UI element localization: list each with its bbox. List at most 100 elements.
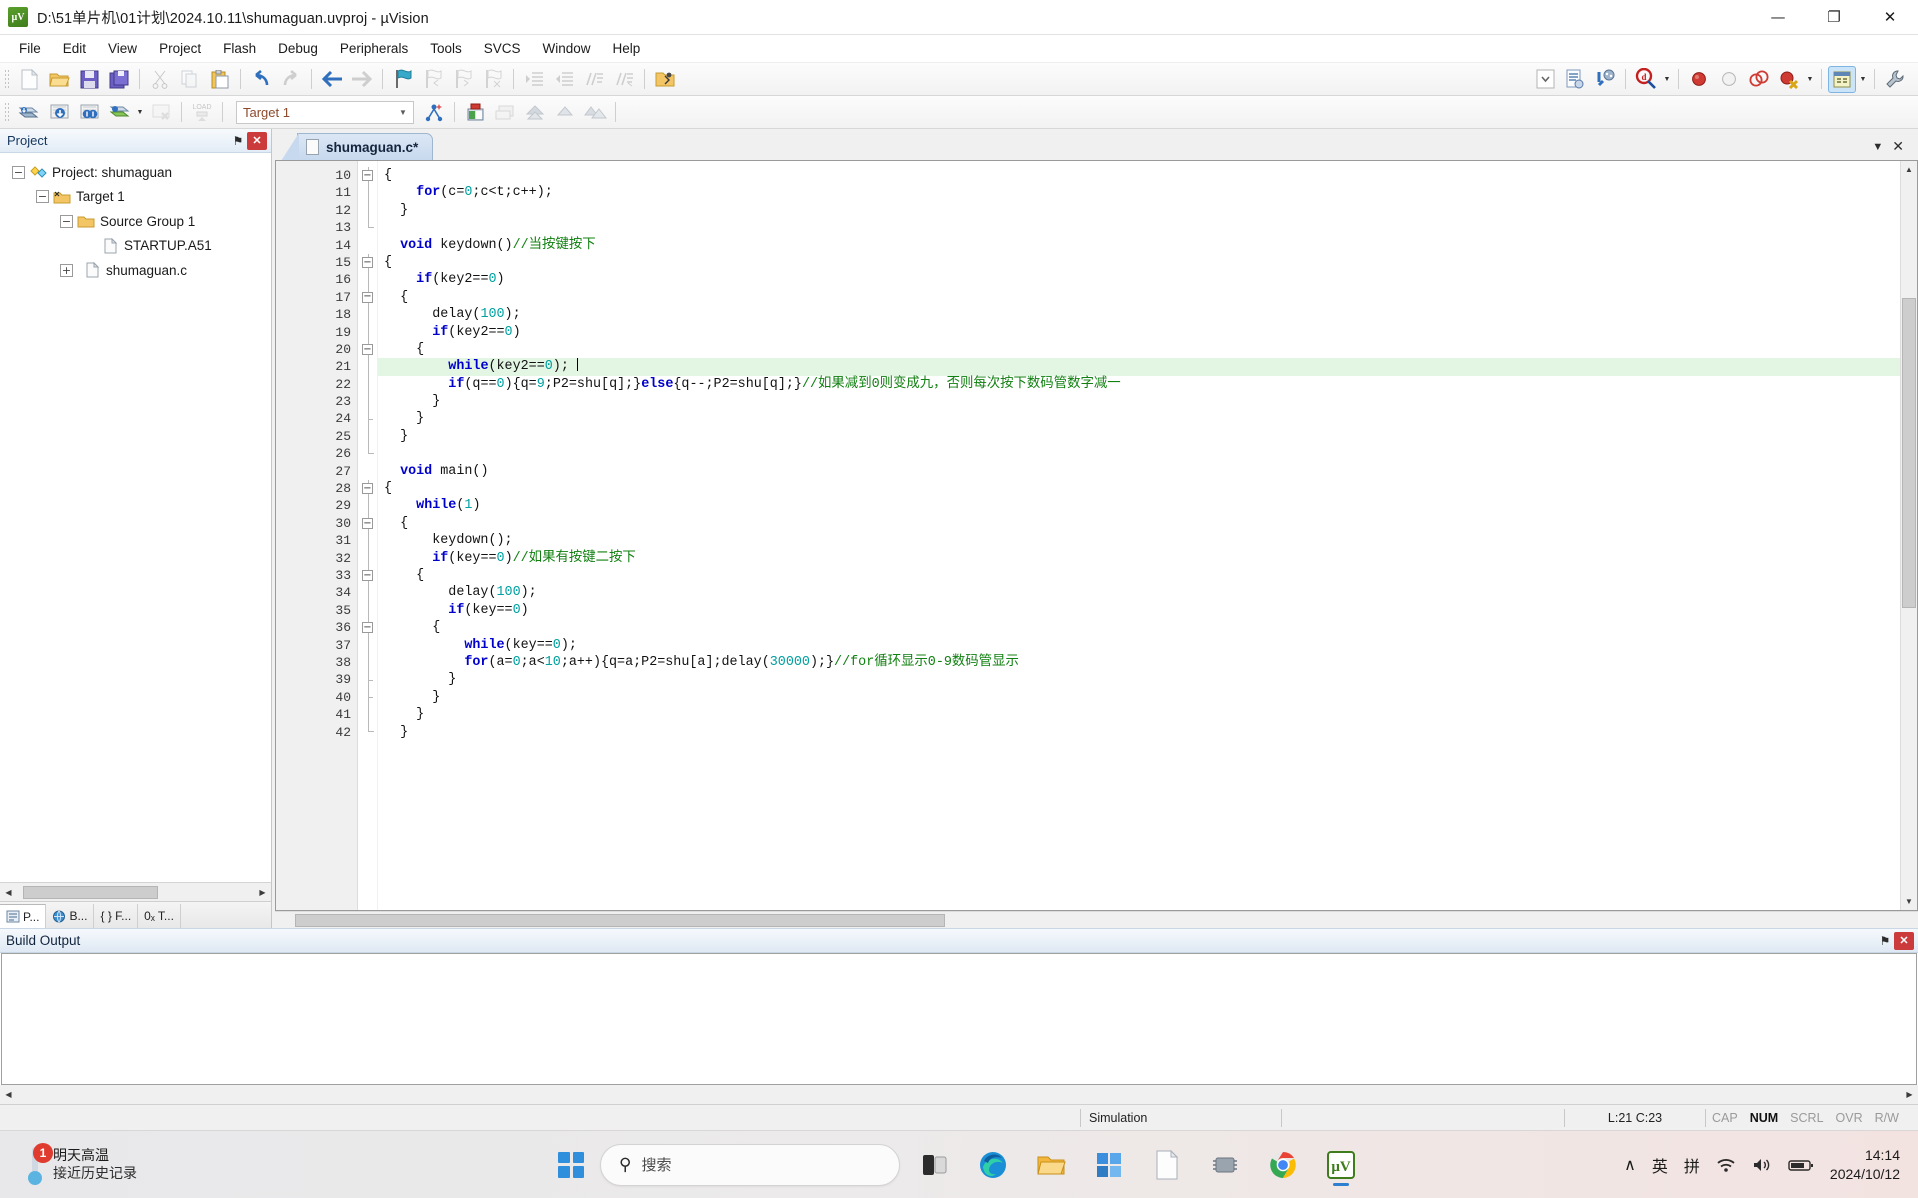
menu-view[interactable]: View: [97, 38, 148, 59]
fold-marker[interactable]: [358, 237, 377, 254]
navigate-back-icon[interactable]: [318, 66, 346, 93]
fold-marker[interactable]: −: [358, 566, 377, 585]
menu-help[interactable]: Help: [602, 38, 652, 59]
menu-tools[interactable]: Tools: [419, 38, 473, 59]
tree-node-project[interactable]: − Project: shumaguan: [0, 160, 271, 185]
uncomment-icon[interactable]: [610, 66, 638, 93]
edge-browser-icon[interactable]: [970, 1142, 1016, 1188]
fold-marker[interactable]: [358, 323, 377, 341]
taskbar-search-input[interactable]: ⚲ 搜索: [600, 1143, 900, 1186]
code-line[interactable]: for(c=0;c<t;c++);: [378, 184, 1900, 201]
save-icon[interactable]: [75, 66, 103, 93]
build-output-close-icon[interactable]: ✕: [1894, 931, 1914, 950]
code-line[interactable]: }: [378, 671, 1900, 688]
code-line[interactable]: }: [378, 689, 1900, 706]
fold-marker[interactable]: [358, 653, 377, 672]
code-line[interactable]: [378, 445, 1900, 462]
tree-node-target[interactable]: − Target 1: [0, 185, 271, 210]
code-line[interactable]: delay(100);: [378, 584, 1900, 601]
fold-marker[interactable]: [358, 445, 377, 462]
fold-marker[interactable]: [358, 219, 377, 236]
tabstrip-dropdown-icon[interactable]: ▼: [1872, 141, 1883, 153]
code-line[interactable]: }: [378, 428, 1900, 445]
debug-settings-icon[interactable]: [1591, 66, 1619, 93]
collapse-icon[interactable]: −: [362, 622, 373, 634]
fold-marker[interactable]: [358, 410, 377, 428]
file-explorer-icon[interactable]: [1028, 1142, 1074, 1188]
tab-functions[interactable]: { } F...: [94, 904, 139, 928]
insert-dropdown-icon[interactable]: [1531, 66, 1559, 93]
manage-components-icon[interactable]: [461, 99, 489, 126]
ime-language-indicator[interactable]: 英: [1652, 1153, 1668, 1177]
configure-target-icon[interactable]: [1881, 66, 1909, 93]
tree-node-startup-a51[interactable]: STARTUP.A51: [0, 234, 271, 259]
scroll-left-icon[interactable]: ◀: [0, 883, 17, 901]
collapse-icon[interactable]: −: [362, 570, 373, 582]
hscroll-thumb[interactable]: [23, 885, 158, 899]
code-line[interactable]: {: [378, 567, 1900, 584]
translate-icon[interactable]: [15, 99, 43, 126]
battery-icon[interactable]: [1788, 1158, 1814, 1172]
chevron-down-icon[interactable]: ▼: [393, 102, 413, 123]
window-layout-icon[interactable]: [1828, 65, 1856, 93]
code-text[interactable]: { for(c=0;c<t;c++); } void keydown()//当按…: [378, 161, 1900, 910]
bookmark-toggle-icon[interactable]: [389, 66, 417, 93]
tabstrip-close-icon[interactable]: ✕: [1892, 138, 1904, 155]
collapse-icon[interactable]: −: [362, 483, 373, 495]
code-line[interactable]: if(key2==0): [378, 324, 1900, 341]
menu-window[interactable]: Window: [531, 38, 601, 59]
code-line[interactable]: {: [378, 289, 1900, 306]
chip-app-icon[interactable]: [1202, 1142, 1248, 1188]
microsoft-store-icon[interactable]: [1086, 1142, 1132, 1188]
rebuild-icon[interactable]: [75, 99, 103, 126]
expander-icon[interactable]: −: [36, 190, 49, 204]
open-folder-icon[interactable]: [651, 66, 679, 93]
tab-project[interactable]: P...: [0, 904, 47, 928]
scroll-right-icon[interactable]: ▶: [254, 883, 271, 901]
build-icon[interactable]: [45, 99, 73, 126]
collapse-icon[interactable]: −: [362, 344, 373, 356]
scroll-right-icon[interactable]: ▶: [1901, 1086, 1918, 1103]
expander-icon[interactable]: −: [60, 214, 73, 228]
fold-marker[interactable]: −: [358, 480, 377, 498]
fold-marker[interactable]: −: [358, 514, 377, 533]
expander-icon[interactable]: −: [12, 165, 25, 179]
collapse-icon[interactable]: −: [362, 257, 373, 269]
window-layout-dropdown-icon[interactable]: ▼: [1857, 66, 1869, 93]
menu-peripherals[interactable]: Peripherals: [329, 38, 419, 59]
code-line[interactable]: {: [378, 619, 1900, 636]
chrome-browser-icon[interactable]: [1260, 1142, 1306, 1188]
code-line[interactable]: if(key==0): [378, 602, 1900, 619]
fold-marker[interactable]: −: [358, 340, 377, 359]
fold-marker[interactable]: [358, 532, 377, 550]
code-line[interactable]: }: [378, 724, 1900, 741]
maximize-button[interactable]: ❐: [1806, 0, 1862, 35]
code-line[interactable]: if(key==0)//如果有按键二按下: [378, 550, 1900, 567]
minimize-button[interactable]: —: [1750, 0, 1806, 35]
build-toolbar-grip[interactable]: [4, 102, 11, 122]
cut-icon[interactable]: [146, 66, 174, 93]
pin-icon[interactable]: ⚑: [1876, 934, 1894, 948]
wifi-icon[interactable]: [1716, 1157, 1736, 1173]
code-line[interactable]: }: [378, 202, 1900, 219]
scroll-left-icon[interactable]: ◀: [0, 1086, 17, 1103]
configure-icon[interactable]: [1561, 66, 1589, 93]
start-button-icon[interactable]: [554, 1148, 588, 1182]
build-hscroll-track[interactable]: [17, 1086, 1901, 1103]
code-line[interactable]: }: [378, 706, 1900, 723]
fold-marker[interactable]: [358, 584, 377, 602]
target-options-icon[interactable]: [420, 99, 448, 126]
fold-marker[interactable]: [358, 184, 377, 202]
keil-uvision-icon[interactable]: μV: [1318, 1142, 1364, 1188]
code-folding-column[interactable]: − − − − − − − −: [358, 161, 378, 910]
code-line[interactable]: {: [378, 341, 1900, 358]
task-view-icon[interactable]: [912, 1142, 958, 1188]
new-file-icon[interactable]: [15, 66, 43, 93]
close-button[interactable]: ✕: [1862, 0, 1918, 35]
code-vscrollbar[interactable]: ▲ ▼: [1900, 161, 1917, 910]
fold-marker[interactable]: −: [358, 167, 377, 185]
code-line[interactable]: delay(100);: [378, 306, 1900, 323]
weather-widget[interactable]: 1 明天高温 接近历史记录: [0, 1142, 137, 1185]
tray-chevron-icon[interactable]: ∧: [1624, 1155, 1636, 1175]
project-tree-hscrollbar[interactable]: ◀ ▶: [0, 882, 271, 901]
